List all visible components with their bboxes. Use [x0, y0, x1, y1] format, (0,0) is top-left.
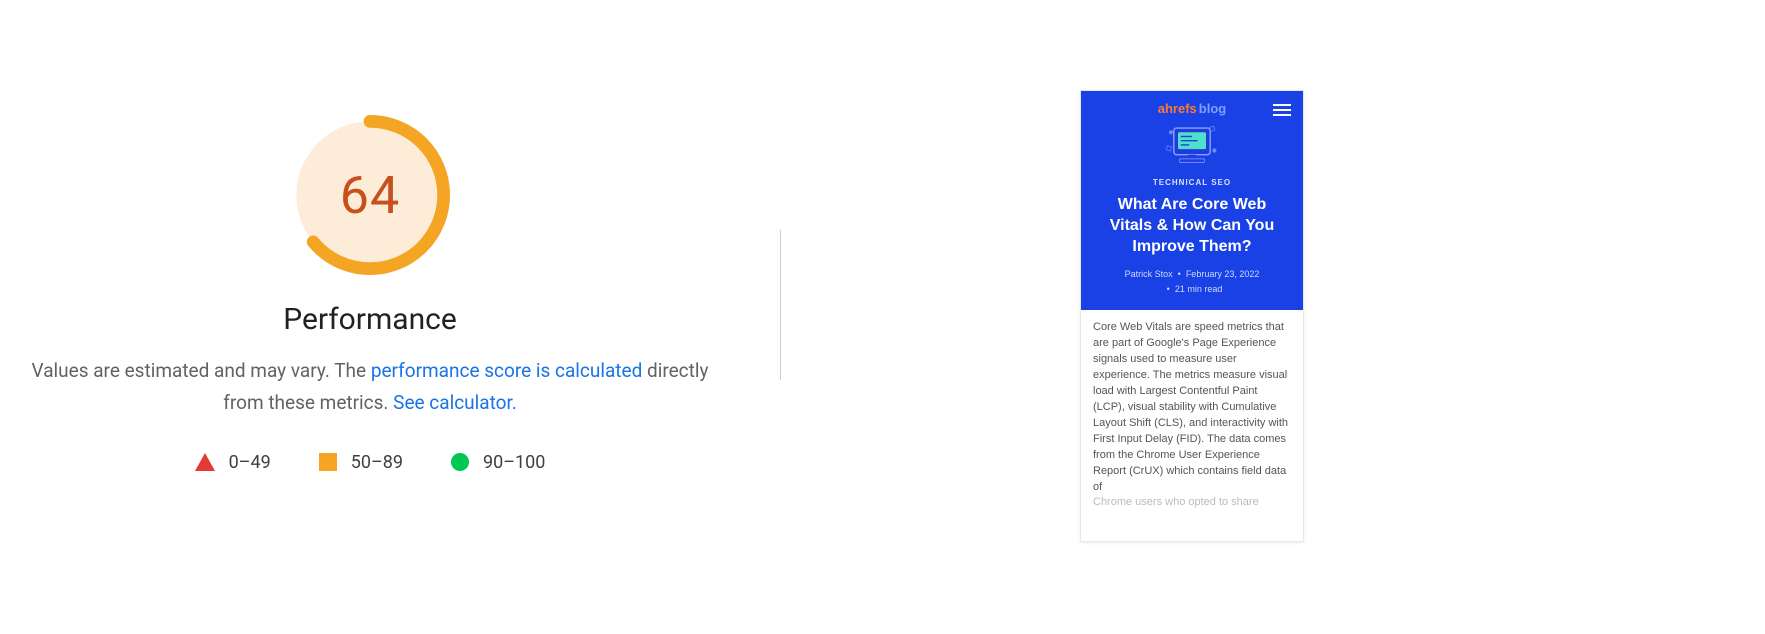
legend-item-average: 50–89: [319, 452, 403, 473]
preview-date: February 23, 2022: [1186, 269, 1260, 279]
triangle-red-icon: [195, 453, 215, 471]
device-illustration-icon: [1164, 122, 1220, 172]
lighthouse-report-section: 64 Performance Values are estimated and …: [0, 0, 1765, 634]
score-legend: 0–49 50–89 90–100: [0, 452, 740, 473]
legend-range-fail: 0–49: [229, 452, 271, 473]
preview-meta: Patrick Stox February 23, 2022 21 min rea…: [1093, 267, 1291, 296]
square-amber-icon: [319, 453, 337, 471]
legend-item-fail: 0–49: [195, 452, 271, 473]
circle-green-icon: [451, 453, 469, 471]
legend-range-average: 50–89: [351, 452, 403, 473]
preview-hero: ahrefsblog: [1081, 91, 1303, 310]
preview-read-time: 21 min read: [1175, 284, 1223, 294]
legend-item-pass: 90–100: [451, 452, 545, 473]
page-screenshot-preview: ahrefsblog: [1080, 90, 1304, 542]
performance-description: Values are estimated and may vary. The p…: [30, 355, 710, 420]
performance-score-calc-link[interactable]: performance score is calculated: [371, 359, 642, 382]
performance-title: Performance: [0, 302, 740, 337]
logo-section-text: blog: [1199, 101, 1226, 116]
preview-logo: ahrefsblog: [1158, 101, 1226, 116]
logo-brand-text: ahrefs: [1158, 101, 1197, 116]
preview-article-body: Core Web Vitals are speed metrics that a…: [1081, 310, 1303, 511]
hamburger-menu-icon: [1273, 101, 1291, 119]
preview-body-fade: Chrome users who opted to share: [1093, 495, 1291, 511]
see-calculator-link[interactable]: See calculator.: [393, 391, 517, 414]
performance-score-value: 64: [285, 110, 455, 280]
preview-author: Patrick Stox: [1125, 269, 1173, 279]
preview-category: TECHNICAL SEO: [1093, 178, 1291, 187]
performance-desc-text: Values are estimated and may vary. The: [32, 359, 371, 382]
performance-gauge: 64: [285, 110, 455, 280]
performance-panel: 64 Performance Values are estimated and …: [0, 110, 740, 473]
vertical-divider: [780, 230, 781, 380]
legend-range-pass: 90–100: [483, 452, 545, 473]
preview-body-text: Core Web Vitals are speed metrics that a…: [1093, 321, 1288, 492]
preview-headline: What Are Core Web Vitals & How Can You I…: [1097, 195, 1287, 257]
